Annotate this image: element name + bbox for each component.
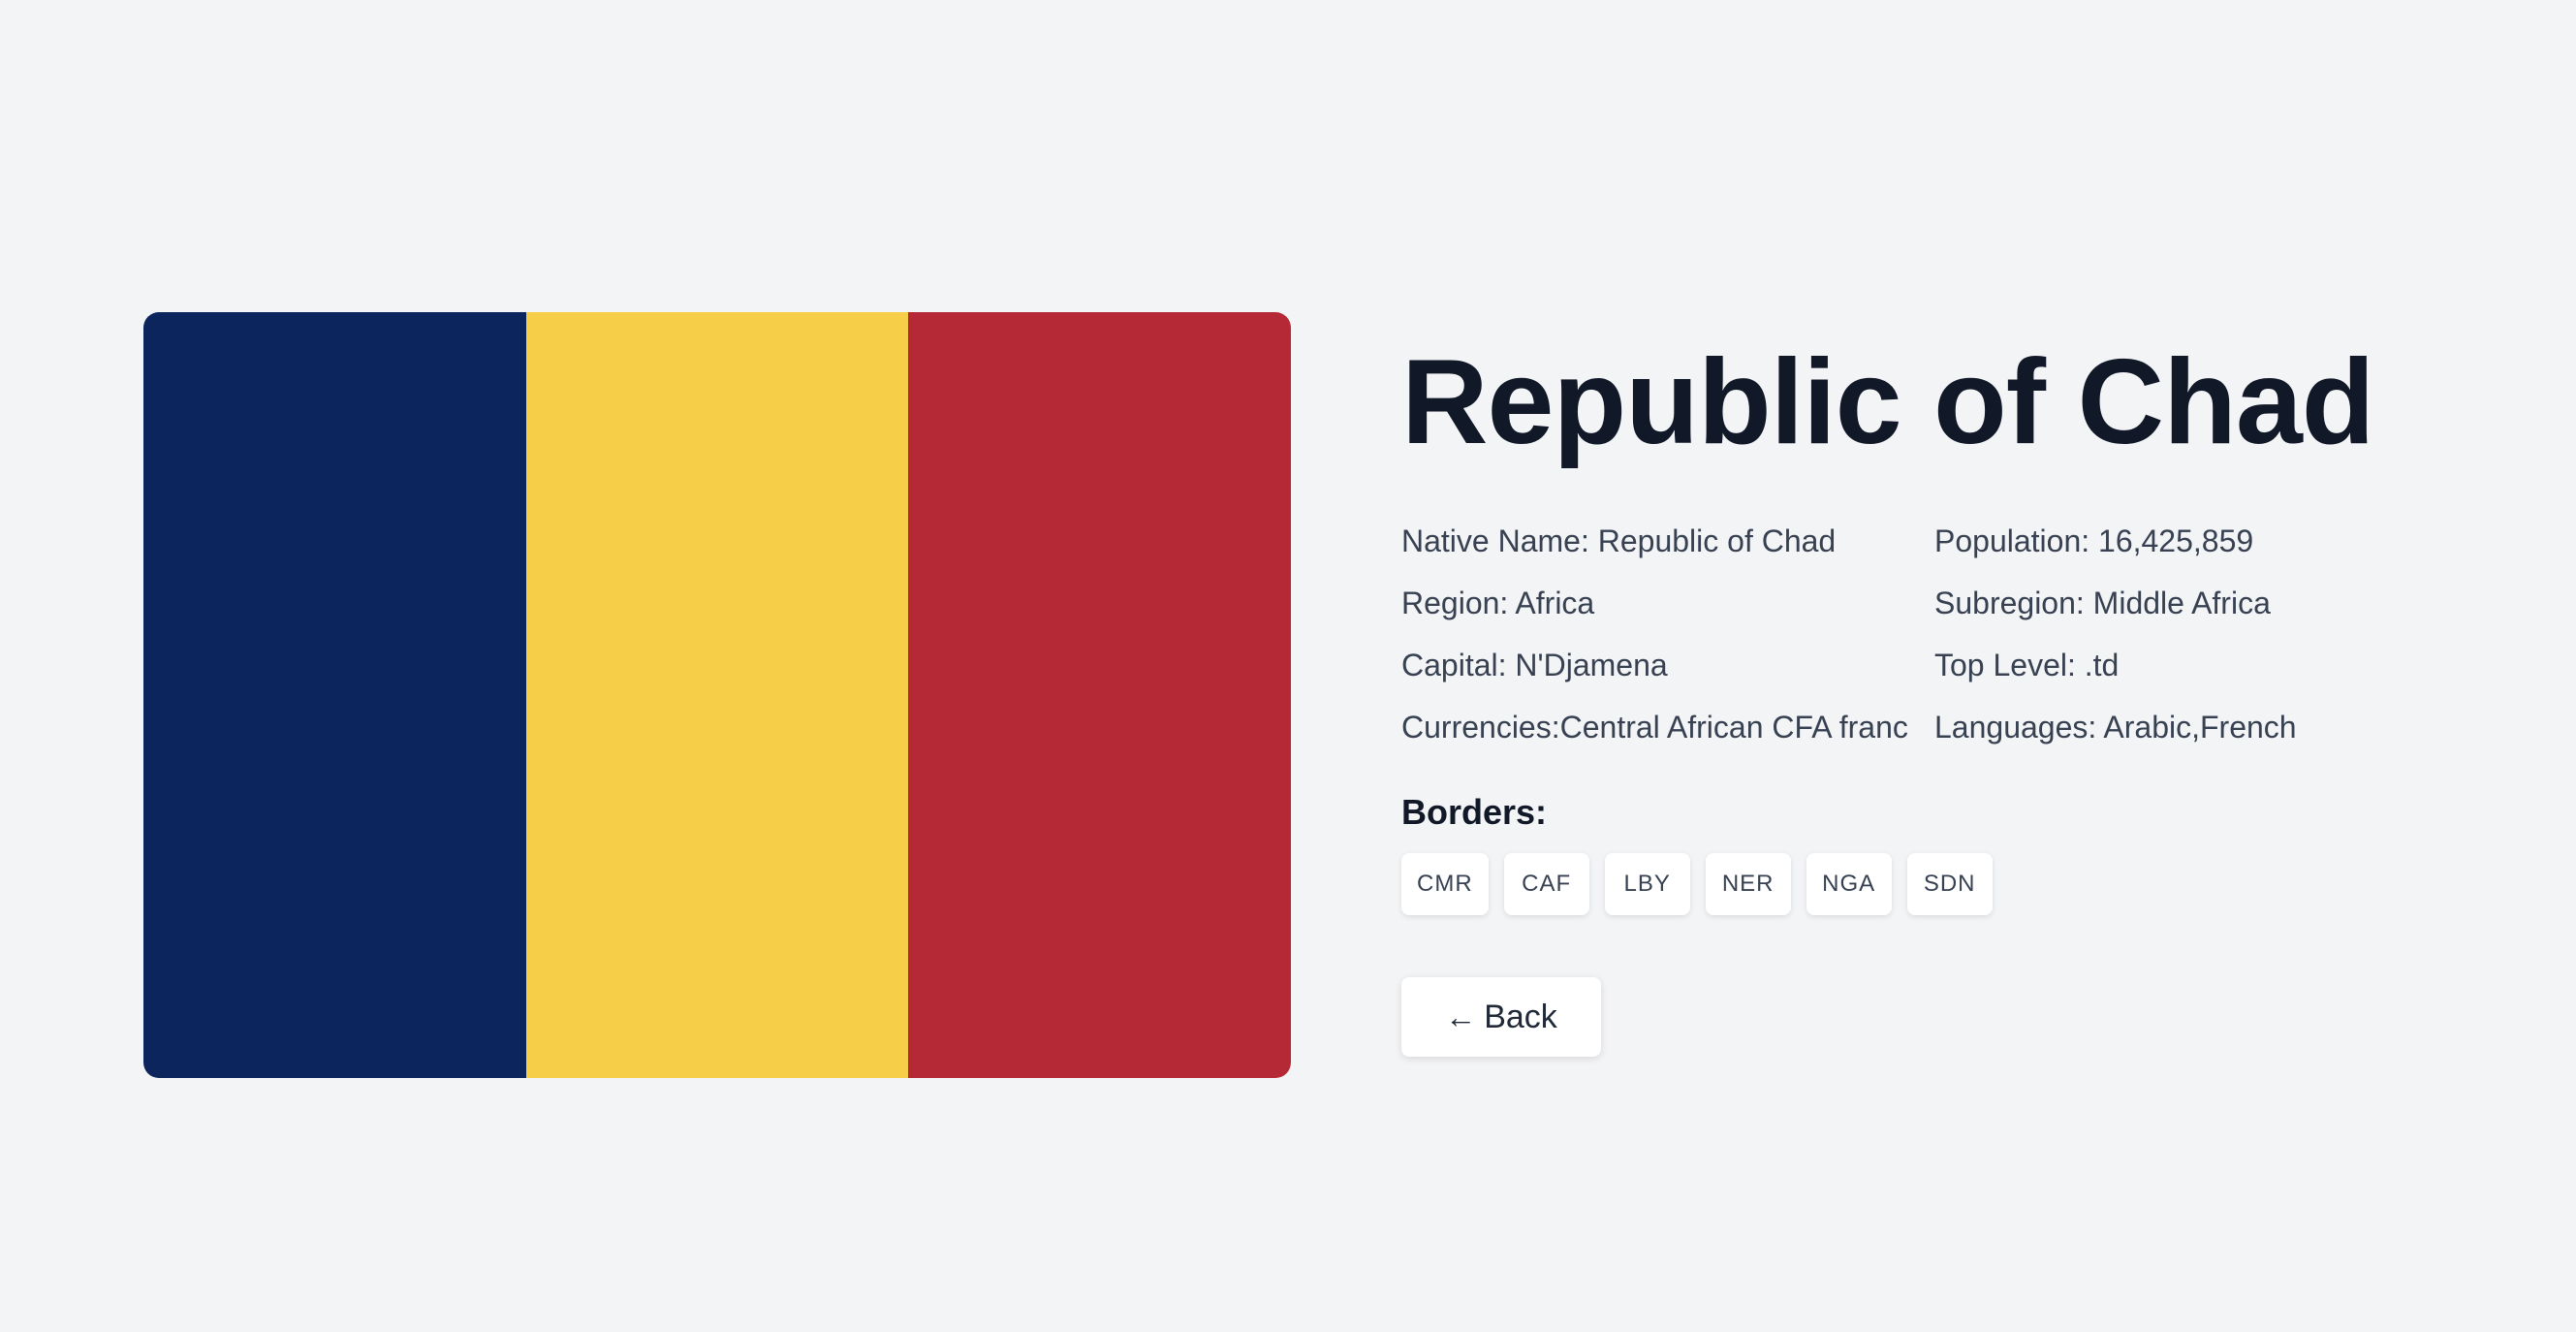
border-countries: CMR CAF LBY NER NGA SDN [1401, 853, 2467, 915]
top-level-domain: Top Level: .td [1934, 648, 2120, 682]
borders-heading: Borders: [1401, 792, 1548, 832]
border-country-button[interactable]: CMR [1401, 853, 1489, 915]
border-country-button[interactable]: CAF [1503, 853, 1589, 915]
population: Population: 16,425,859 [1934, 523, 2254, 558]
back-button[interactable]: ← Back [1401, 977, 1601, 1057]
subregion: Subregion: Middle Africa [1934, 586, 2271, 620]
capital: Capital: N'Djamena [1401, 648, 1668, 682]
native-name: Native Name: Republic of Chad [1401, 523, 1837, 558]
border-country-button[interactable]: NER [1705, 853, 1791, 915]
region: Region: Africa [1401, 586, 1595, 620]
country-details: Native Name: Republic of Chad Population… [1401, 510, 2467, 758]
border-country-button[interactable]: NGA [1806, 853, 1892, 915]
languages: Languages: Arabic,French [1934, 710, 2297, 745]
currencies: Currencies:Central African CFA franc [1401, 710, 1908, 745]
flag-stripe-red [908, 312, 1291, 1078]
country-flag [143, 312, 1291, 1078]
border-country-button[interactable]: LBY [1604, 853, 1690, 915]
back-button-label: Back [1484, 998, 1557, 1035]
flag-stripe-yellow [525, 312, 909, 1078]
country-info: Republic of Chad Native Name: Republic o… [1401, 330, 2467, 1057]
flag-stripe-blue [143, 312, 526, 1078]
country-title: Republic of Chad [1401, 335, 2375, 469]
arrow-left-icon: ← [1445, 999, 1477, 1034]
border-country-button[interactable]: SDN [1906, 853, 1993, 915]
